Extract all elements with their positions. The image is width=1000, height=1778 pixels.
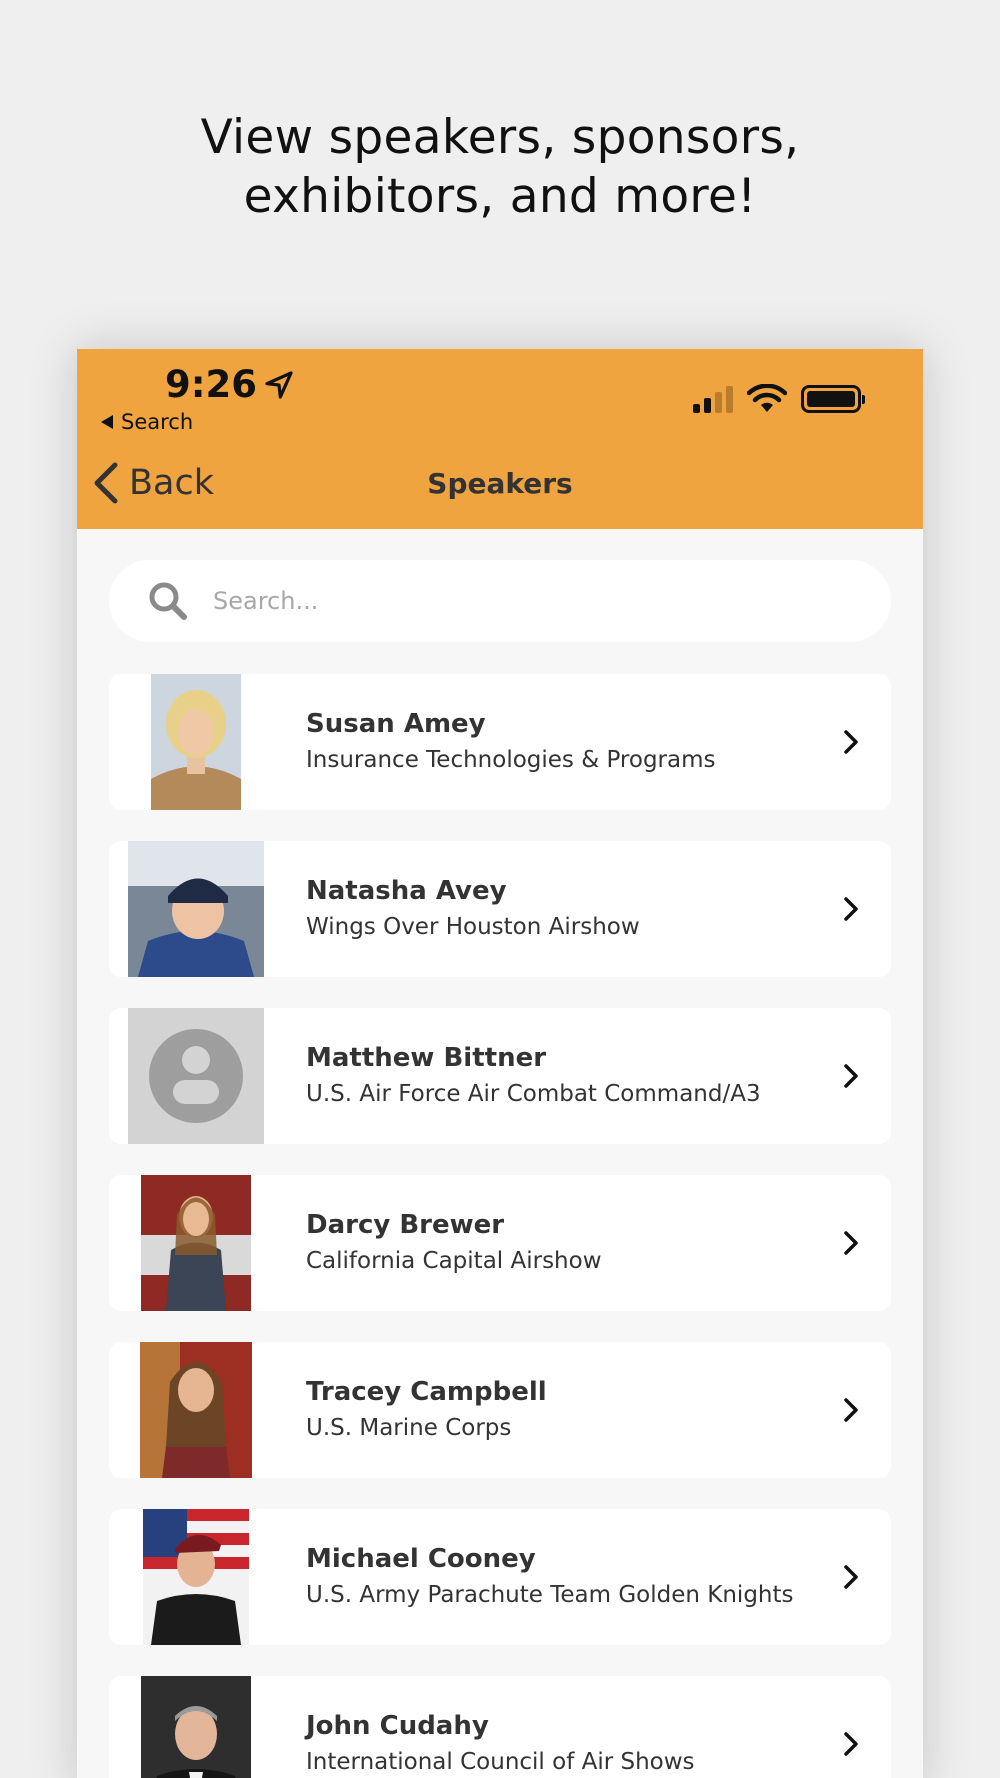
search-input[interactable]	[213, 587, 813, 615]
battery-icon	[801, 385, 865, 413]
status-time: 9:26	[165, 363, 295, 406]
return-to-app-link[interactable]: Search	[101, 410, 193, 434]
speaker-organization: Insurance Technologies & Programs	[306, 747, 716, 773]
chevron-right-icon	[844, 897, 858, 921]
speaker-photo	[128, 841, 264, 977]
speaker-row[interactable]: Natasha Avey Wings Over Houston Airshow	[109, 841, 891, 977]
promo-headline-line2: exhibitors, and more!	[243, 169, 757, 224]
app-header: 9:26 Search Back Speakers	[77, 349, 923, 529]
speaker-name: John Cudahy	[306, 1711, 489, 1741]
speaker-photo	[143, 1509, 249, 1645]
speaker-name: Darcy Brewer	[306, 1210, 505, 1240]
chevron-right-icon	[844, 1732, 858, 1756]
speaker-photo	[140, 1342, 252, 1478]
location-arrow-icon	[265, 370, 293, 399]
speaker-organization: U.S. Army Parachute Team Golden Knights	[306, 1582, 794, 1608]
speaker-photo	[141, 1175, 251, 1311]
chevron-right-icon	[844, 1231, 858, 1255]
wifi-icon	[747, 384, 787, 412]
speaker-row[interactable]: Susan Amey Insurance Technologies & Prog…	[109, 674, 891, 810]
return-app-label: Search	[121, 410, 194, 434]
speaker-name: Tracey Campbell	[306, 1377, 547, 1407]
speaker-row[interactable]: Darcy Brewer California Capital Airshow	[109, 1175, 891, 1311]
speaker-photo	[141, 1676, 251, 1778]
status-time-text: 9:26	[165, 363, 258, 406]
chevron-right-icon	[844, 1398, 858, 1422]
chevron-right-icon	[844, 730, 858, 754]
speaker-organization: International Council of Air Shows	[306, 1749, 695, 1775]
promo-headline-line1: View speakers, sponsors,	[200, 110, 800, 165]
page-title: Speakers	[427, 467, 573, 500]
phone-screen: 9:26 Search Back Speakers Search... Susa…	[77, 349, 923, 1778]
speaker-name: Matthew Bittner	[306, 1043, 547, 1073]
speaker-row[interactable]: John Cudahy International Council of Air…	[109, 1676, 891, 1778]
speaker-name: Natasha Avey	[306, 876, 507, 906]
speaker-organization: California Capital Airshow	[306, 1248, 602, 1274]
speaker-organization: U.S. Marine Corps	[306, 1415, 512, 1441]
speaker-photo	[151, 674, 241, 810]
speaker-name: Susan Amey	[306, 709, 486, 739]
speaker-organization: U.S. Air Force Air Combat Command/A3	[306, 1081, 761, 1107]
cellular-signal-icon	[693, 385, 733, 413]
back-triangle-icon	[101, 415, 113, 429]
chevron-right-icon	[844, 1064, 858, 1088]
speaker-list: Susan Amey Insurance Technologies & Prog…	[109, 674, 891, 1778]
speaker-photo-placeholder	[128, 1008, 264, 1144]
speaker-name: Michael Cooney	[306, 1544, 536, 1574]
search-bar[interactable]	[109, 560, 891, 642]
speaker-row[interactable]: Matthew Bittner U.S. Air Force Air Comba…	[109, 1008, 891, 1144]
status-icons	[693, 384, 865, 414]
chevron-right-icon	[844, 1565, 858, 1589]
speaker-row[interactable]: Tracey Campbell U.S. Marine Corps	[109, 1342, 891, 1478]
search-icon	[149, 582, 187, 620]
speaker-organization: Wings Over Houston Airshow	[306, 914, 640, 940]
avatar-placeholder-icon	[128, 1008, 264, 1144]
promo-headline: View speakers, sponsors, exhibitors, and…	[0, 108, 1000, 226]
speaker-row[interactable]: Michael Cooney U.S. Army Parachute Team …	[109, 1509, 891, 1645]
